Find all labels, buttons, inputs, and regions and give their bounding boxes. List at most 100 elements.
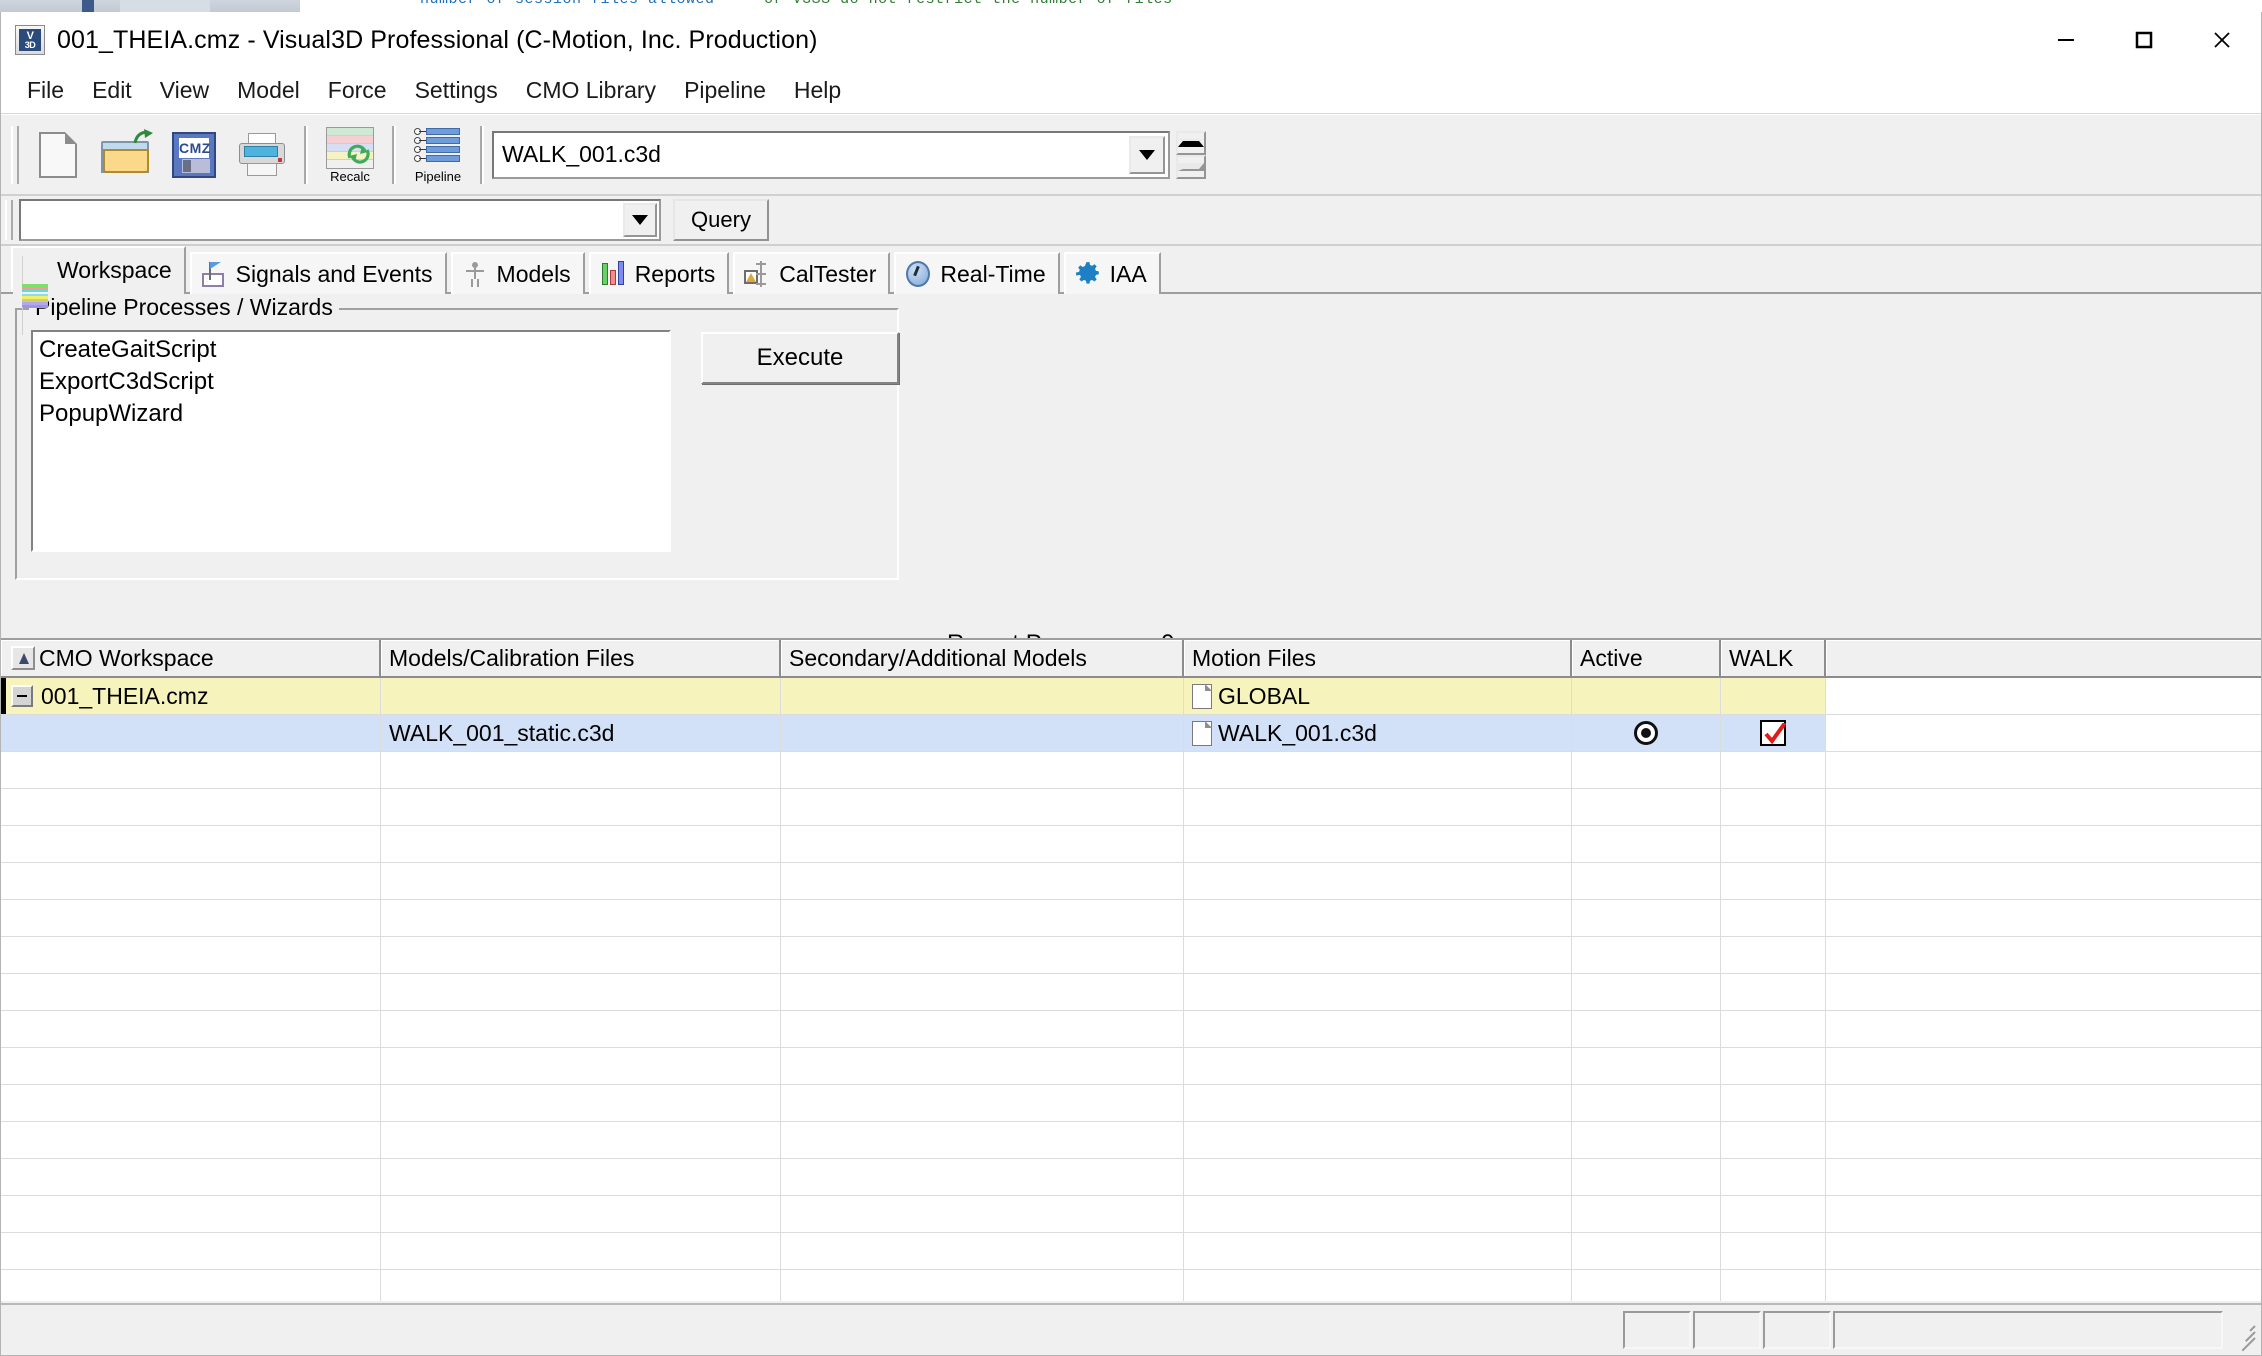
column-header-models-calibration[interactable]: Models/Calibration Files — [381, 640, 781, 676]
chevron-up-icon[interactable] — [1176, 130, 1206, 155]
radio-selected-icon[interactable] — [1634, 721, 1658, 745]
cell-cmo-workspace[interactable]: 001_THEIA.cmz — [1, 678, 381, 715]
column-header-motion-files[interactable]: Motion Files — [1184, 640, 1572, 676]
cell-empty[interactable] — [781, 1085, 1184, 1122]
cell-empty[interactable] — [1572, 900, 1721, 937]
minimize-button[interactable] — [2027, 12, 2105, 68]
cell-empty[interactable] — [381, 1196, 781, 1233]
menu-help[interactable]: Help — [780, 75, 855, 106]
save-cmz-button[interactable]: CMZ — [160, 122, 228, 188]
cell-empty[interactable] — [1, 1233, 381, 1270]
cell-empty[interactable] — [381, 863, 781, 900]
cell-secondary-models[interactable] — [781, 715, 1184, 752]
cell-empty[interactable] — [1826, 826, 2261, 863]
tab-reports[interactable]: Reports — [588, 252, 730, 294]
cell-empty[interactable] — [1572, 1011, 1721, 1048]
list-item[interactable]: CreateGaitScript — [33, 334, 669, 366]
cell-empty[interactable] — [1826, 1122, 2261, 1159]
cell-empty[interactable] — [1826, 752, 2261, 789]
table-row-empty[interactable] — [1, 1270, 2261, 1301]
cell-empty[interactable] — [1184, 1233, 1572, 1270]
cell-empty[interactable] — [1826, 1233, 2261, 1270]
cell-empty[interactable] — [1572, 752, 1721, 789]
table-row-empty[interactable] — [1, 789, 2261, 826]
table-row-empty[interactable] — [1, 937, 2261, 974]
cell-filler[interactable] — [1826, 678, 2261, 715]
cell-empty[interactable] — [1184, 900, 1572, 937]
cell-empty[interactable] — [781, 937, 1184, 974]
table-row-empty[interactable] — [1, 1048, 2261, 1085]
tab-caltester[interactable]: CalTester — [733, 252, 891, 294]
cell-empty[interactable] — [1, 752, 381, 789]
toolbar-grip[interactable] — [11, 125, 19, 184]
cell-empty[interactable] — [381, 826, 781, 863]
cell-empty[interactable] — [1721, 1011, 1826, 1048]
query-input[interactable] — [19, 199, 661, 241]
cell-empty[interactable] — [1, 863, 381, 900]
file-combo[interactable]: WALK_001.c3d — [492, 130, 1170, 179]
cell-empty[interactable] — [381, 900, 781, 937]
table-row-empty[interactable] — [1, 900, 2261, 937]
cell-empty[interactable] — [1, 1159, 381, 1196]
query-bar-grip[interactable] — [5, 200, 13, 240]
cell-empty[interactable] — [1184, 1270, 1572, 1301]
pipeline-button[interactable]: Pipeline — [404, 122, 472, 188]
file-spinner[interactable] — [1176, 130, 1206, 179]
menu-file[interactable]: File — [13, 75, 78, 106]
cell-empty[interactable] — [381, 937, 781, 974]
cell-empty[interactable] — [1572, 826, 1721, 863]
menu-pipeline[interactable]: Pipeline — [670, 75, 780, 106]
cell-empty[interactable] — [381, 1122, 781, 1159]
cell-empty[interactable] — [1721, 937, 1826, 974]
cell-empty[interactable] — [1184, 1122, 1572, 1159]
menu-settings[interactable]: Settings — [401, 75, 512, 106]
cell-empty[interactable] — [1721, 1085, 1826, 1122]
cell-empty[interactable] — [1572, 789, 1721, 826]
table-row-empty[interactable] — [1, 1196, 2261, 1233]
cell-empty[interactable] — [781, 826, 1184, 863]
cell-empty[interactable] — [1826, 937, 2261, 974]
cell-empty[interactable] — [381, 1159, 781, 1196]
cell-empty[interactable] — [1826, 1048, 2261, 1085]
open-file-button[interactable] — [92, 122, 160, 188]
menu-edit[interactable]: Edit — [78, 75, 146, 106]
column-header-cmo-workspace[interactable]: CMO Workspace — [1, 640, 381, 676]
cell-empty[interactable] — [1184, 752, 1572, 789]
tab-iaa[interactable]: IAA — [1063, 252, 1161, 294]
menu-model[interactable]: Model — [223, 75, 314, 106]
maximize-button[interactable] — [2105, 12, 2183, 68]
cell-empty[interactable] — [1, 789, 381, 826]
collapse-icon[interactable] — [11, 685, 33, 707]
cell-empty[interactable] — [1, 1122, 381, 1159]
list-item[interactable]: ExportC3dScript — [33, 366, 669, 398]
cell-empty[interactable] — [781, 1270, 1184, 1301]
cell-empty[interactable] — [1826, 1196, 2261, 1233]
chevron-down-icon[interactable] — [1176, 154, 1206, 179]
column-header-secondary-models[interactable]: Secondary/Additional Models — [781, 640, 1184, 676]
cell-secondary-models[interactable] — [781, 678, 1184, 715]
cell-empty[interactable] — [1721, 900, 1826, 937]
sort-ascending-icon[interactable] — [11, 646, 35, 670]
cell-empty[interactable] — [1572, 937, 1721, 974]
cell-empty[interactable] — [1572, 1122, 1721, 1159]
table-row-empty[interactable] — [1, 1122, 2261, 1159]
cell-empty[interactable] — [1, 1270, 381, 1301]
cell-empty[interactable] — [1, 1085, 381, 1122]
cell-motion-file[interactable]: GLOBAL — [1184, 678, 1572, 715]
menu-view[interactable]: View — [146, 75, 223, 106]
column-header-filler[interactable] — [1826, 640, 2261, 676]
cell-empty[interactable] — [781, 1159, 1184, 1196]
cell-empty[interactable] — [381, 974, 781, 1011]
cell-empty[interactable] — [1721, 1196, 1826, 1233]
pipeline-process-list[interactable]: CreateGaitScript ExportC3dScript PopupWi… — [31, 330, 671, 552]
cell-empty[interactable] — [381, 1270, 781, 1301]
cell-empty[interactable] — [381, 1048, 781, 1085]
cell-empty[interactable] — [1184, 974, 1572, 1011]
cell-empty[interactable] — [781, 863, 1184, 900]
cell-empty[interactable] — [1572, 1233, 1721, 1270]
cell-active[interactable] — [1572, 715, 1721, 752]
cell-empty[interactable] — [781, 974, 1184, 1011]
table-row[interactable]: 001_THEIA.cmz GLOBAL — [1, 678, 2261, 715]
cell-empty[interactable] — [781, 1011, 1184, 1048]
cell-empty[interactable] — [1721, 1233, 1826, 1270]
